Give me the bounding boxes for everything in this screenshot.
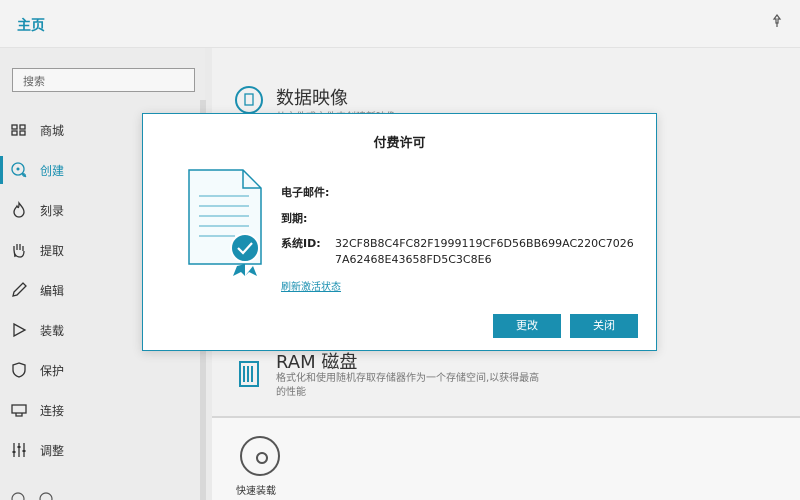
system-id-label: 系统ID:	[281, 237, 321, 250]
sidebar-item-label: 编辑	[40, 284, 65, 298]
grid-icon	[11, 124, 26, 136]
sidebar-item-connect[interactable]: 连接	[0, 390, 205, 430]
data-image-title[interactable]: 数据映像	[276, 84, 348, 110]
search-placeholder: 搜索	[23, 75, 45, 88]
expiry-label: 到期:	[281, 212, 308, 225]
system-id-value: 32CF8B8C4FC82F1999119CF6D56BB699AC220C70…	[335, 237, 634, 266]
email-field: 电子邮件:	[281, 184, 329, 200]
sidebar-bottom-icons	[10, 488, 60, 500]
search-input[interactable]: 搜索	[12, 68, 195, 92]
data-image-icon	[235, 86, 263, 114]
sidebar-item-label: 保护	[40, 364, 65, 378]
sidebar-item-label: 创建	[40, 164, 65, 178]
disc-icon[interactable]	[240, 436, 280, 476]
bottom-panel	[212, 418, 800, 500]
sidebar-item-label: 装载	[40, 324, 65, 338]
sidebar-item-label: 提取	[40, 244, 65, 258]
page-title: 主页	[17, 18, 45, 34]
play-icon	[13, 322, 27, 338]
quick-mount-label[interactable]: 快速装载	[236, 482, 276, 497]
close-button[interactable]: 关闭	[570, 314, 638, 338]
ram-disk-desc: 格式化和使用随机存取存储器作为一个存储空间,以获得最高的性能	[276, 373, 540, 398]
license-dialog: 付费许可 电子邮件: 到期: 系统ID: 32CF8B8C4FC82F19991…	[142, 113, 657, 351]
sidebar-item-protect[interactable]: 保护	[0, 350, 205, 390]
ram-disk-icon	[239, 361, 259, 387]
license-document-icon	[188, 169, 262, 276]
dialog-title: 付费许可	[373, 136, 426, 151]
email-label: 电子邮件:	[281, 186, 330, 199]
sidebar-item-adjust[interactable]: 调整	[0, 430, 205, 470]
sliders-icon	[12, 443, 26, 457]
shield-icon	[12, 362, 26, 378]
refresh-activation-link[interactable]: 刷新激活状态	[281, 278, 341, 293]
pencil-icon	[12, 282, 27, 297]
sidebar-item-label: 商城	[40, 124, 65, 138]
burn-icon	[13, 201, 25, 218]
sidebar-item-label: 连接	[40, 404, 65, 418]
title-bar: 主页	[0, 0, 800, 48]
pin-icon[interactable]	[768, 14, 786, 32]
hand-icon	[13, 244, 25, 258]
ram-disk-title[interactable]: RAM 磁盘	[276, 348, 357, 374]
expiry-field: 到期:	[281, 210, 307, 226]
change-button[interactable]: 更改	[493, 314, 561, 338]
create-icon	[11, 162, 27, 178]
connect-icon	[11, 404, 27, 417]
sidebar-item-label: 刻录	[40, 204, 65, 218]
sidebar-item-label: 调整	[40, 444, 65, 458]
